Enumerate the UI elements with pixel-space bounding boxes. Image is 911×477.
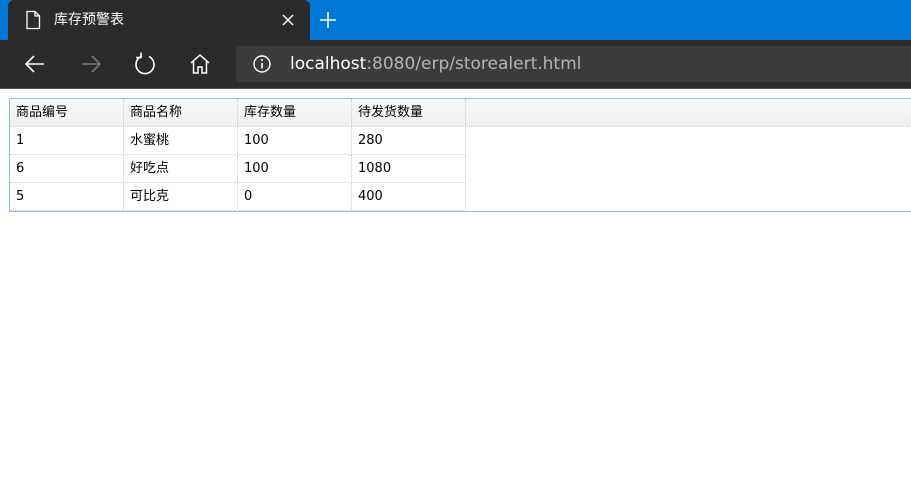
cell-product-id: 5: [10, 183, 124, 211]
cell-stock-qty: 0: [238, 183, 352, 211]
store-alert-datagrid: 商品编号 商品名称 库存数量 待发货数量 1 水蜜桃 100 280 6 好吃点…: [9, 98, 911, 212]
cell-pending-qty: 1080: [352, 155, 466, 183]
cell-product-name: 好吃点: [124, 155, 238, 183]
column-header-product-id[interactable]: 商品编号: [10, 99, 124, 127]
tab-title: 库存预警表: [54, 12, 124, 28]
grid-header: 商品编号 商品名称 库存数量 待发货数量: [10, 99, 911, 127]
url-text[interactable]: localhost:8080/erp/storealert.html: [290, 53, 581, 75]
browser-tab[interactable]: 库存预警表: [8, 0, 310, 40]
forward-icon[interactable]: [78, 51, 104, 77]
url-path: :8080/erp/storealert.html: [366, 54, 582, 74]
cell-stock-qty: 100: [238, 155, 352, 183]
table-row[interactable]: 1 水蜜桃 100 280: [10, 127, 466, 155]
close-icon[interactable]: [278, 10, 298, 30]
tab-strip: 库存预警表: [0, 0, 911, 40]
cell-product-id: 6: [10, 155, 124, 183]
column-header-pending-qty[interactable]: 待发货数量: [352, 99, 466, 127]
cell-pending-qty: 280: [352, 127, 466, 155]
cell-product-id: 1: [10, 127, 124, 155]
cell-stock-qty: 100: [238, 127, 352, 155]
cell-product-name: 可比克: [124, 183, 238, 211]
address-bar[interactable]: localhost:8080/erp/storealert.html: [236, 46, 911, 82]
cell-product-name: 水蜜桃: [124, 127, 238, 155]
new-tab-icon[interactable]: [316, 8, 340, 32]
cell-pending-qty: 400: [352, 183, 466, 211]
document-icon: [26, 10, 41, 30]
column-header-stock-qty[interactable]: 库存数量: [238, 99, 352, 127]
table-row[interactable]: 5 可比克 0 400: [10, 183, 466, 211]
column-header-product-name[interactable]: 商品名称: [124, 99, 238, 127]
header-row: 商品编号 商品名称 库存数量 待发货数量: [10, 99, 466, 127]
toolbar-divider: [0, 88, 911, 89]
table-row[interactable]: 6 好吃点 100 1080: [10, 155, 466, 183]
url-host: localhost: [290, 54, 367, 74]
info-icon[interactable]: [252, 54, 272, 74]
back-icon[interactable]: [22, 51, 48, 77]
refresh-icon[interactable]: [132, 51, 158, 77]
home-icon[interactable]: [187, 51, 213, 77]
browser-toolbar: localhost:8080/erp/storealert.html: [0, 40, 911, 88]
